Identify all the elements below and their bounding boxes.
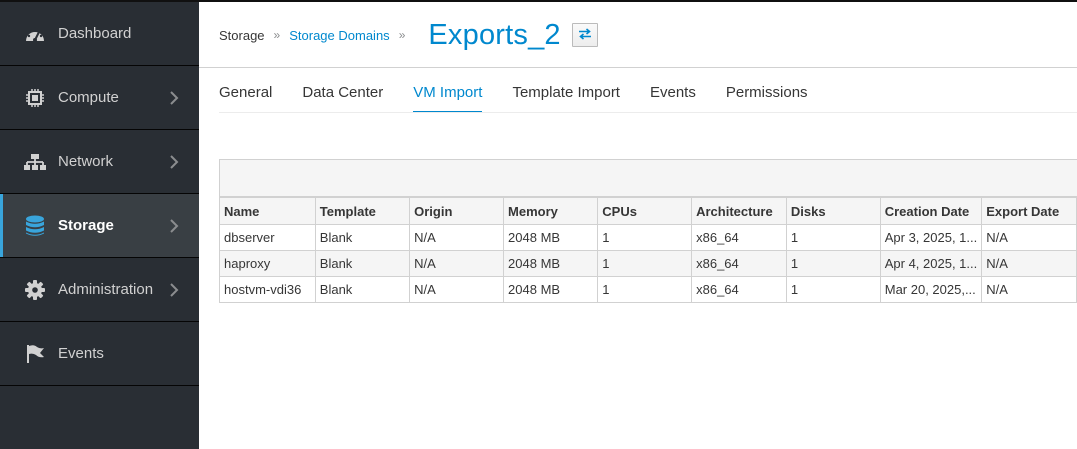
column-header-architecture[interactable]: Architecture bbox=[691, 197, 787, 225]
page-title: Exports_2 bbox=[428, 18, 561, 51]
cell-name: hostvm-vdi36 bbox=[219, 276, 316, 303]
tabs-divider bbox=[219, 112, 1077, 113]
chevron-right-icon bbox=[168, 154, 180, 170]
chevron-right-icon bbox=[168, 218, 180, 234]
tab-permissions[interactable]: Permissions bbox=[726, 84, 808, 113]
chevron-right-icon bbox=[168, 90, 180, 106]
vm-import-table: Name Template Origin Memory CPUs Archite… bbox=[219, 197, 1077, 303]
sidebar-item-dashboard[interactable]: Dashboard bbox=[0, 2, 199, 66]
cell-export-date: N/A bbox=[981, 276, 1077, 303]
breadcrumb-root: Storage bbox=[219, 27, 265, 43]
sidebar-item-label: Storage bbox=[58, 217, 114, 234]
cell-origin: N/A bbox=[409, 276, 505, 303]
column-header-creation-date[interactable]: Creation Date bbox=[879, 197, 983, 225]
tab-vm-import[interactable]: VM Import bbox=[413, 84, 483, 113]
detail-tabs: General Data Center VM Import Template I… bbox=[219, 84, 838, 113]
cell-creation-date: Mar 20, 2025,... bbox=[879, 276, 983, 303]
database-icon bbox=[24, 215, 46, 236]
sidebar-item-administration[interactable]: Administration bbox=[0, 258, 199, 322]
cell-cpus: 1 bbox=[597, 276, 693, 303]
cell-name: dbserver bbox=[219, 224, 316, 251]
column-header-origin[interactable]: Origin bbox=[409, 197, 505, 225]
switch-entity-button[interactable] bbox=[571, 23, 598, 47]
cell-disks: 1 bbox=[785, 276, 881, 303]
column-header-disks[interactable]: Disks bbox=[785, 197, 881, 225]
network-icon bbox=[24, 152, 46, 172]
cell-template: Blank bbox=[314, 224, 411, 251]
table-header-row: Name Template Origin Memory CPUs Archite… bbox=[219, 197, 1077, 225]
cell-origin: N/A bbox=[409, 250, 505, 277]
breadcrumb: Storage » Storage Domains » Exports_2 bbox=[219, 18, 598, 52]
sidebar-item-label: Events bbox=[58, 345, 104, 362]
column-header-name[interactable]: Name bbox=[219, 197, 316, 225]
table-row[interactable]: dbserver Blank N/A 2048 MB 1 x86_64 1 Ap… bbox=[219, 224, 1077, 251]
sidebar-item-network[interactable]: Network bbox=[0, 130, 199, 194]
cell-export-date: N/A bbox=[981, 224, 1077, 251]
cell-cpus: 1 bbox=[597, 224, 693, 251]
breadcrumb-separator: » bbox=[273, 28, 281, 42]
breadcrumb-link-storage-domains[interactable]: Storage Domains bbox=[289, 28, 389, 43]
cell-template: Blank bbox=[314, 250, 411, 277]
cell-name: haproxy bbox=[219, 250, 316, 277]
header-divider bbox=[199, 67, 1077, 68]
column-header-cpus[interactable]: CPUs bbox=[597, 197, 693, 225]
cell-architecture: x86_64 bbox=[691, 224, 787, 251]
flag-icon bbox=[24, 344, 46, 364]
swap-arrows-icon bbox=[578, 27, 592, 43]
tab-template-import[interactable]: Template Import bbox=[512, 84, 620, 113]
sidebar-item-label: Dashboard bbox=[58, 25, 132, 42]
sidebar-item-label: Compute bbox=[58, 89, 119, 106]
sidebar-item-label: Network bbox=[58, 153, 114, 170]
breadcrumb-separator: » bbox=[398, 28, 406, 42]
cell-creation-date: Apr 3, 2025, 1... bbox=[879, 224, 983, 251]
cpu-icon bbox=[24, 88, 46, 108]
cell-disks: 1 bbox=[785, 250, 881, 277]
cell-disks: 1 bbox=[785, 224, 881, 251]
tab-events[interactable]: Events bbox=[650, 84, 696, 113]
sidebar-item-compute[interactable]: Compute bbox=[0, 66, 199, 130]
cell-origin: N/A bbox=[409, 224, 505, 251]
cell-memory: 2048 MB bbox=[503, 224, 599, 251]
table-row[interactable]: haproxy Blank N/A 2048 MB 1 x86_64 1 Apr… bbox=[219, 250, 1077, 277]
cell-architecture: x86_64 bbox=[691, 250, 787, 277]
sidebar-item-events[interactable]: Events bbox=[0, 322, 199, 386]
cell-memory: 2048 MB bbox=[503, 276, 599, 303]
cell-template: Blank bbox=[314, 276, 411, 303]
chevron-right-icon bbox=[168, 282, 180, 298]
cell-creation-date: Apr 4, 2025, 1... bbox=[879, 250, 983, 277]
tab-data-center[interactable]: Data Center bbox=[302, 84, 383, 113]
cell-memory: 2048 MB bbox=[503, 250, 599, 277]
sidebar-item-label: Administration bbox=[58, 281, 154, 298]
column-header-memory[interactable]: Memory bbox=[503, 197, 599, 225]
column-header-template[interactable]: Template bbox=[314, 197, 411, 225]
cell-cpus: 1 bbox=[597, 250, 693, 277]
cell-architecture: x86_64 bbox=[691, 276, 787, 303]
sidebar-item-storage[interactable]: Storage bbox=[0, 194, 199, 258]
gear-icon bbox=[24, 279, 46, 300]
sidebar-nav: Dashboard Compute Network Storage Admini… bbox=[0, 2, 199, 449]
column-header-export-date[interactable]: Export Date bbox=[981, 197, 1077, 225]
cell-export-date: N/A bbox=[981, 250, 1077, 277]
tab-general[interactable]: General bbox=[219, 84, 272, 113]
table-toolbar bbox=[219, 159, 1077, 197]
dashboard-icon bbox=[24, 24, 46, 44]
table-row[interactable]: hostvm-vdi36 Blank N/A 2048 MB 1 x86_64 … bbox=[219, 276, 1077, 303]
